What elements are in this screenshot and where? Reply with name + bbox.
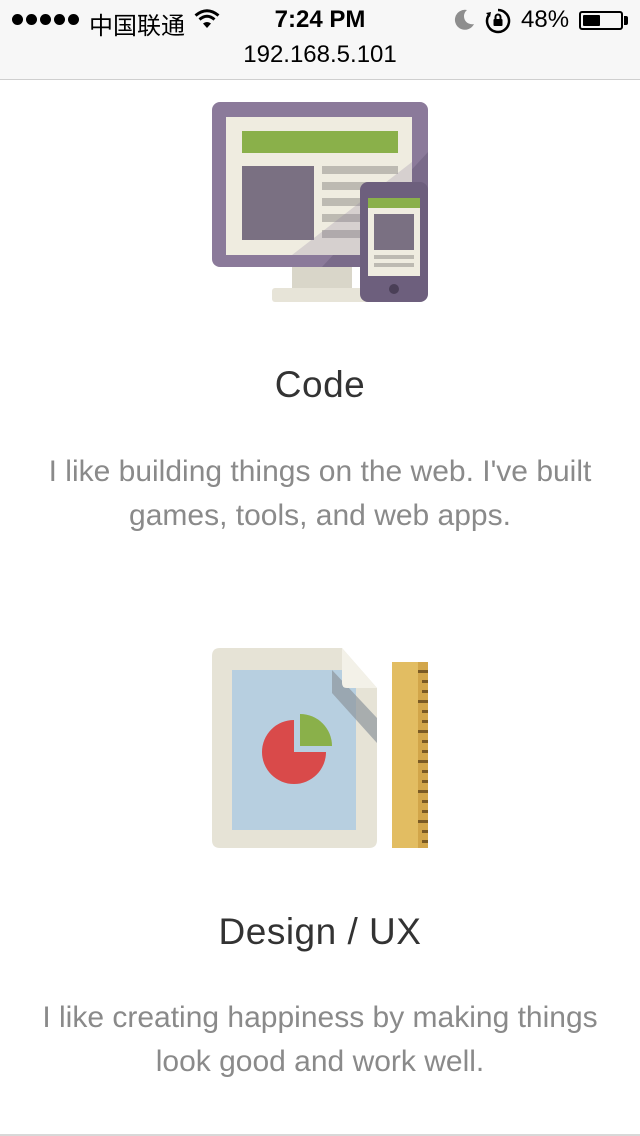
- status-bar: 中国联通 7:24 PM 48%: [0, 0, 640, 40]
- address-bar-url[interactable]: 192.168.5.101: [0, 41, 640, 69]
- do-not-disturb-moon-icon: [454, 9, 474, 30]
- design-document-ruler-icon: [212, 648, 428, 848]
- battery-icon: [579, 11, 623, 30]
- section-description-design: I like creating happiness by making thin…: [42, 1001, 598, 1078]
- battery-percent: 48%: [521, 6, 570, 33]
- section-title-code: Code: [274, 364, 366, 405]
- browser-top-bar: 中国联通 7:24 PM 48% 192.168.5.101: [0, 0, 640, 80]
- rotation-lock-icon: [485, 8, 511, 34]
- battery-tip: [624, 16, 628, 25]
- section-description-code: I like building things on the web. I've …: [48, 455, 592, 532]
- section-title-design: Design / UX: [218, 911, 422, 952]
- responsive-devices-icon: [212, 102, 428, 302]
